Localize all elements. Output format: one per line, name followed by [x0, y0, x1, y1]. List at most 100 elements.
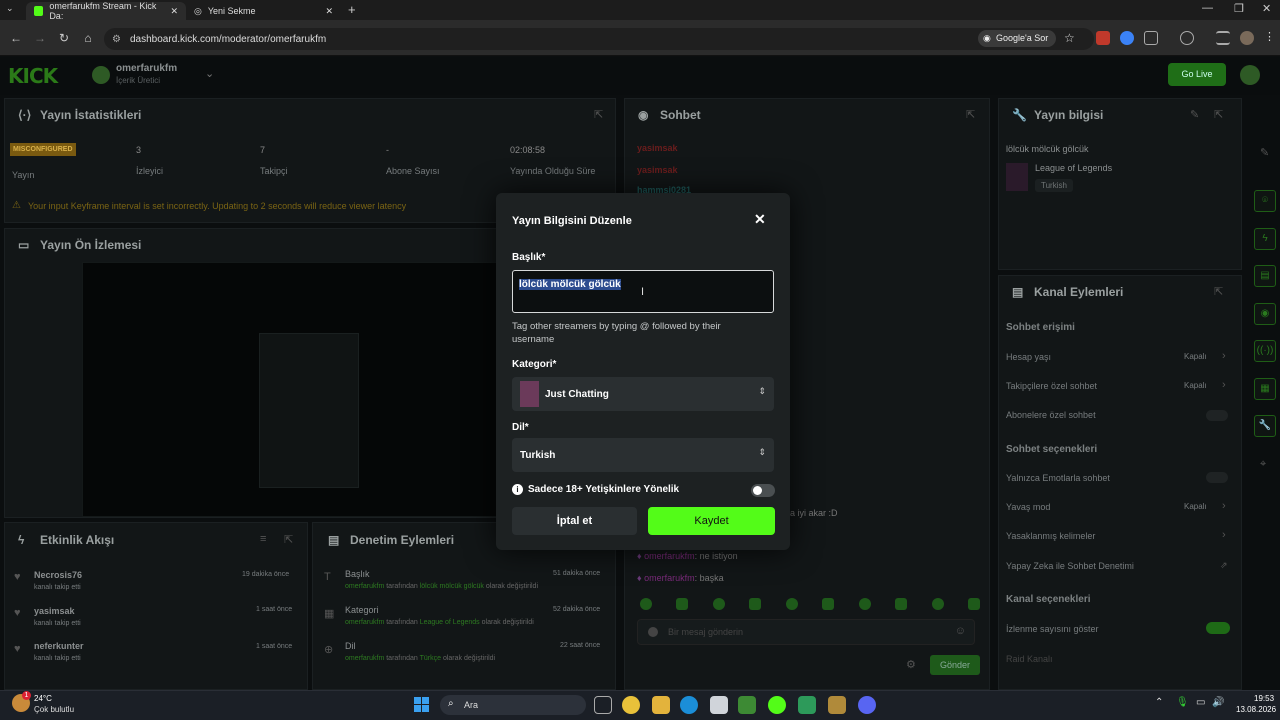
emote-icon[interactable] — [895, 598, 908, 610]
clock-time[interactable]: 19:53 — [1254, 694, 1274, 703]
activity-user[interactable]: neferkunter — [34, 641, 84, 651]
task-view-icon[interactable] — [594, 696, 612, 714]
chrome-icon[interactable] — [622, 696, 640, 714]
sidebar-info-button[interactable]: 🔧 — [1254, 415, 1276, 437]
user-avatar[interactable] — [1240, 65, 1260, 85]
chevron-right-icon[interactable]: › — [1222, 500, 1226, 512]
channel-switch-chevron-icon[interactable]: ⌄ — [205, 67, 214, 80]
copilot-icon[interactable] — [1180, 31, 1194, 45]
file-explorer-icon[interactable] — [652, 696, 670, 714]
minimize-button[interactable]: — — [1202, 2, 1213, 14]
back-button[interactable]: ← — [8, 30, 24, 46]
weather-temp[interactable]: 24°C — [34, 694, 52, 703]
filter-icon[interactable]: ≡ — [260, 533, 266, 545]
site-info-icon[interactable]: ⚙ — [112, 34, 121, 45]
channel-avatar[interactable] — [92, 66, 110, 84]
emote-icon[interactable] — [749, 598, 762, 610]
cancel-button[interactable]: İptal et — [512, 507, 637, 535]
adult-only-toggle[interactable] — [751, 484, 775, 497]
sidebar-stream-button[interactable]: ((·)) — [1254, 340, 1276, 362]
followers-only-value[interactable]: Kapalı — [1184, 381, 1207, 390]
stream-category[interactable]: League of Legends — [1035, 163, 1112, 173]
network-icon[interactable]: ▭ — [1196, 697, 1205, 708]
extensions-puzzle-icon[interactable] — [1144, 31, 1158, 45]
discord-icon[interactable] — [858, 696, 876, 714]
emote-icon[interactable] — [858, 598, 871, 610]
expand-icon[interactable]: ⇱ — [1214, 108, 1223, 121]
emote-icon[interactable] — [640, 598, 652, 610]
show-viewers-toggle[interactable] — [1206, 622, 1230, 634]
expand-icon[interactable]: ⇱ — [1214, 285, 1223, 298]
slow-mode-label[interactable]: Yavaş mod — [1006, 502, 1050, 512]
emote-icon[interactable] — [822, 598, 835, 610]
banned-words-label[interactable]: Yasaklanmış kelimeler — [1006, 531, 1095, 541]
browser-menu-icon[interactable]: ⋮ — [1264, 30, 1275, 43]
ai-moderation-label[interactable]: Yapay Zeka ile Sohbet Denetimi — [1006, 561, 1134, 571]
external-link-icon[interactable]: ⇗ — [1220, 560, 1228, 571]
home-button[interactable]: ⌂ — [80, 30, 96, 46]
store-icon[interactable] — [710, 696, 728, 714]
title-input[interactable]: lölcük mölcük gölcük I — [512, 270, 774, 313]
address-bar[interactable]: ⚙ dashboard.kick.com/moderator/omerfaruk… — [104, 28, 1094, 50]
emote-icon[interactable] — [712, 598, 725, 610]
tab-kick-dashboard[interactable]: omerfarukfm Stream - Kick Da: ✕ — [26, 1, 186, 21]
emote-icon[interactable] — [931, 598, 944, 610]
expand-icon[interactable]: ⇱ — [966, 108, 975, 121]
chat-input[interactable]: Bir mesaj gönderin ☺ — [637, 619, 975, 645]
tab-new-tab[interactable]: ◎ Yeni Sekme ✕ — [186, 2, 341, 20]
google-sor-button[interactable]: ◉ Google'a Sor — [978, 30, 1057, 47]
sidebar-activity-button[interactable]: ϟ — [1254, 228, 1276, 250]
slow-mode-value[interactable]: Kapalı — [1184, 502, 1207, 511]
weather-desc[interactable]: Çok bulutlu — [34, 705, 74, 714]
sidebar-stats-button[interactable]: ⌾ — [1254, 190, 1276, 212]
pencil-icon[interactable]: ✎ — [1260, 146, 1269, 159]
close-icon[interactable]: ✕ — [754, 211, 766, 228]
tab-close-icon[interactable]: ✕ — [325, 6, 333, 17]
channel-name[interactable]: omerfarukfm — [116, 63, 177, 74]
app-icon[interactable] — [798, 696, 816, 714]
bookmark-star-icon[interactable]: ☆ — [1064, 31, 1075, 45]
reload-button[interactable]: ↻ — [56, 30, 72, 46]
save-button[interactable]: Kaydet — [648, 507, 775, 535]
new-tab-button[interactable]: + — [348, 2, 356, 17]
chat-username[interactable]: omerfarukfm — [644, 551, 695, 561]
activity-user[interactable]: Necrosis76 — [34, 570, 82, 580]
sidebar-chat-button[interactable]: ◉ — [1254, 303, 1276, 325]
maximize-button[interactable]: ❐ — [1234, 2, 1244, 15]
edge-icon[interactable] — [680, 696, 698, 714]
kick-logo[interactable]: KICK — [8, 64, 58, 88]
activity-user[interactable]: yasimsak — [34, 606, 75, 616]
chevron-right-icon[interactable]: › — [1222, 529, 1226, 541]
extension-blue-icon[interactable] — [1120, 31, 1134, 45]
league-icon[interactable] — [828, 696, 846, 714]
chat-settings-gear-icon[interactable]: ⚙ — [906, 658, 916, 671]
forward-button[interactable]: → — [32, 30, 48, 46]
language-select[interactable]: Turkish ⇕ — [512, 438, 774, 472]
microphone-icon[interactable]: 🎙 — [1176, 697, 1189, 708]
subs-only-toggle[interactable] — [1206, 410, 1228, 421]
sidebar-moderation-button[interactable]: ▤ — [1254, 265, 1276, 287]
mod-actor[interactable]: omerfarukfm — [345, 583, 384, 590]
account-age-value[interactable]: Kapalı — [1184, 352, 1207, 361]
extension-red-icon[interactable] — [1096, 31, 1110, 45]
expand-icon[interactable]: ⇱ — [594, 108, 603, 121]
expand-icon[interactable]: ⇱ — [284, 533, 293, 546]
volume-icon[interactable]: 🔊 — [1212, 697, 1224, 708]
minecraft-icon[interactable] — [738, 696, 756, 714]
sidebar-actions-button[interactable]: ▦ — [1254, 378, 1276, 400]
emotes-only-toggle[interactable] — [1206, 472, 1228, 483]
category-select[interactable]: Just Chatting ⇕ — [512, 377, 774, 411]
mod-actor[interactable]: omerfarukfm — [345, 619, 384, 626]
stream-preview-video[interactable] — [82, 262, 498, 517]
kick-app-icon[interactable] — [768, 696, 786, 714]
tab-list-button[interactable]: ⌄ — [6, 3, 20, 17]
followers-only-label[interactable]: Takipçilere özel sohbet — [1006, 381, 1097, 391]
chat-username[interactable]: yasimsak — [637, 143, 678, 153]
tray-chevron-icon[interactable]: ⌃ — [1155, 697, 1163, 708]
go-live-button[interactable]: Go Live — [1168, 63, 1226, 86]
chevron-right-icon[interactable]: › — [1222, 350, 1226, 362]
close-window-button[interactable]: ✕ — [1262, 2, 1271, 15]
tab-close-icon[interactable]: ✕ — [170, 6, 178, 17]
clock-date[interactable]: 13.08.2026 — [1236, 705, 1276, 714]
windows-start-icon[interactable] — [414, 697, 429, 712]
